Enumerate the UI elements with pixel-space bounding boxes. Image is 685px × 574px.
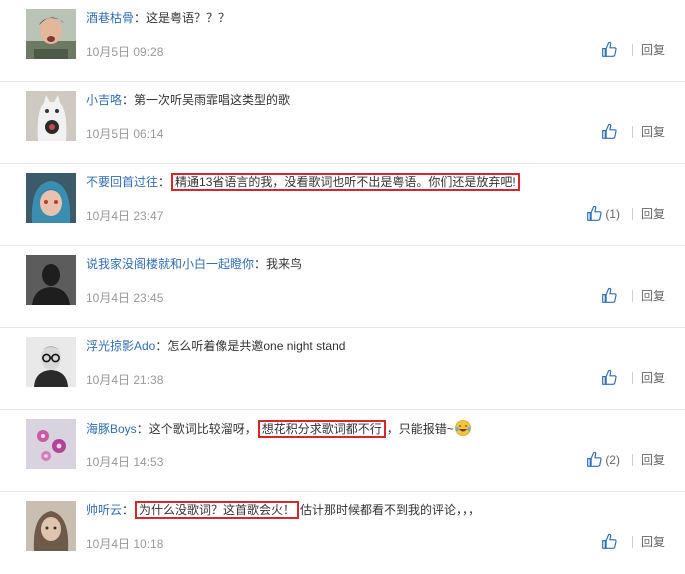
username-link[interactable]: 小吉咯 — [86, 93, 122, 107]
thumbs-up-icon — [602, 287, 617, 303]
comment-line: 说我家没阁楼就和小白一起瞪你：我来鸟 — [86, 256, 671, 273]
comment-text: 怎么听着像是共邀one night stand — [167, 339, 346, 353]
divider — [631, 453, 633, 466]
comment-line: 帅听云： 为什么没歌词？这首歌会火！ 估计那时候都看不到我的评论，，， — [86, 501, 671, 519]
like-count: (1) — [605, 206, 620, 221]
username-link[interactable]: 海豚Boys — [86, 422, 137, 436]
laughing-crying-emoji-icon — [454, 420, 471, 436]
comment-item: 酒巷枯骨：这是粤语？？？ 10月5日 09:28 回复 — [0, 0, 685, 82]
comment-line: 小吉咯：第一次听吴雨霏唱这类型的歌 — [86, 92, 671, 109]
reply-button[interactable]: 回复 — [641, 123, 665, 140]
comment-actions: 回复 — [601, 123, 665, 140]
comment-actions: 回复 — [601, 369, 665, 386]
comment-actions: 回复 — [601, 533, 665, 550]
highlighted-text: 为什么没歌词？这首歌会火！ — [135, 501, 300, 519]
avatar[interactable] — [26, 255, 76, 305]
comment-text: 这是粤语？？？ — [146, 11, 231, 25]
username-link[interactable]: 说我家没阁楼就和小白一起瞪你 — [86, 257, 254, 271]
reply-button[interactable]: 回复 — [641, 451, 665, 468]
thumbs-up-icon — [587, 451, 602, 467]
avatar[interactable] — [26, 501, 76, 551]
highlighted-text: 精通13省语言的我，没看歌词也听不出是粤语。你们还是放弃吧! — [171, 173, 520, 191]
separator: ： — [155, 339, 168, 353]
comment-line: 浮光掠影Ado：怎么听着像是共邀one night stand — [86, 338, 671, 355]
divider — [631, 43, 633, 56]
comment-time: 10月4日 23:47 — [86, 209, 164, 223]
like-button[interactable] — [601, 41, 620, 58]
comment-item: 浮光掠影Ado：怎么听着像是共邀one night stand 10月4日 21… — [0, 328, 685, 410]
comment-item: 小吉咯：第一次听吴雨霏唱这类型的歌 10月5日 06:14 回复 — [0, 82, 685, 164]
username-link[interactable]: 帅听云 — [86, 503, 122, 517]
comment-actions: (2) 回复 — [586, 451, 665, 468]
avatar-pink-flowers-icon — [26, 419, 76, 469]
like-button[interactable]: (1) — [586, 205, 620, 222]
username-link[interactable]: 酒巷枯骨 — [86, 11, 134, 25]
comment-item: 海豚Boys：这个歌词比较溜呀， 想花积分求歌词都不行 ，只能报错~ 10月4日 1… — [0, 410, 685, 492]
like-button[interactable]: (2) — [586, 451, 620, 468]
like-button[interactable] — [601, 369, 620, 386]
reply-button[interactable]: 回复 — [641, 41, 665, 58]
reply-button[interactable]: 回复 — [641, 369, 665, 386]
comment-line: 不要回首过往： 精通13省语言的我，没看歌词也听不出是粤语。你们还是放弃吧! — [86, 173, 671, 191]
comment-actions: 回复 — [601, 41, 665, 58]
avatar[interactable] — [26, 9, 76, 59]
like-count: (2) — [605, 452, 620, 467]
comment-text-after: 估计那时候都看不到我的评论，，， — [300, 503, 481, 517]
divider — [631, 371, 633, 384]
avatar-child-icon — [26, 501, 76, 551]
avatar[interactable] — [26, 419, 76, 469]
comment-time: 10月5日 09:28 — [86, 45, 164, 59]
separator: ： — [134, 11, 147, 25]
like-button[interactable] — [601, 123, 620, 140]
thumbs-up-icon — [587, 205, 602, 221]
username-link[interactable]: 不要回首过往 — [86, 175, 158, 189]
comment-time: 10月4日 14:53 — [86, 455, 164, 469]
thumbs-up-icon — [602, 369, 617, 385]
username-link[interactable]: 浮光掠影Ado — [86, 339, 155, 353]
comment-time: 10月4日 23:45 — [86, 291, 164, 305]
divider — [631, 207, 633, 220]
comment-actions: (1) 回复 — [586, 205, 665, 222]
divider — [631, 289, 633, 302]
avatar[interactable] — [26, 91, 76, 141]
avatar-cat-icon — [26, 91, 76, 141]
comment-line: 海豚Boys：这个歌词比较溜呀， 想花积分求歌词都不行 ，只能报错~ — [86, 420, 671, 438]
thumbs-up-icon — [602, 533, 617, 549]
separator: ： — [122, 503, 135, 517]
comment-text-after: ，只能报错~ — [386, 422, 454, 436]
comment-text: 第一次听吴雨霏唱这类型的歌 — [134, 93, 291, 107]
thumbs-up-icon — [602, 123, 617, 139]
separator: ： — [158, 175, 171, 189]
comment-actions: 回复 — [601, 287, 665, 304]
reply-button[interactable]: 回复 — [641, 205, 665, 222]
separator: ： — [254, 257, 267, 271]
avatar[interactable] — [26, 337, 76, 387]
highlighted-text: 想花积分求歌词都不行 — [257, 420, 386, 438]
comment-time: 10月5日 06:14 — [86, 127, 164, 141]
separator: ： — [122, 93, 135, 107]
comment-text: 我来鸟 — [266, 257, 303, 271]
avatar-young-man-icon — [26, 9, 76, 59]
comment-list: 酒巷枯骨：这是粤语？？？ 10月5日 09:28 回复 小吉咯：第一次听吴雨霏唱… — [0, 0, 685, 574]
like-button[interactable] — [601, 533, 620, 550]
avatar-silhouette-icon — [26, 255, 76, 305]
comment-time: 10月4日 21:38 — [86, 373, 164, 387]
reply-button[interactable]: 回复 — [641, 533, 665, 550]
comment-item: 帅听云： 为什么没歌词？这首歌会火！ 估计那时候都看不到我的评论，，， 10月4日 … — [0, 492, 685, 574]
comment-item: 说我家没阁楼就和小白一起瞪你：我来鸟 10月4日 23:45 回复 — [0, 246, 685, 328]
comment-time: 10月4日 10:18 — [86, 537, 164, 551]
avatar-glasses-man-icon — [26, 337, 76, 387]
divider — [631, 535, 633, 548]
comment-text: 这个歌词比较溜呀， — [148, 422, 257, 436]
comment-item: 不要回首过往： 精通13省语言的我，没看歌词也听不出是粤语。你们还是放弃吧! 10… — [0, 164, 685, 246]
divider — [631, 125, 633, 138]
comment-line: 酒巷枯骨：这是粤语？？？ — [86, 10, 671, 27]
reply-button[interactable]: 回复 — [641, 287, 665, 304]
thumbs-up-icon — [602, 41, 617, 57]
separator: ： — [136, 422, 149, 436]
like-button[interactable] — [601, 287, 620, 304]
avatar[interactable] — [26, 173, 76, 223]
avatar-anime-girl-icon — [26, 173, 76, 223]
